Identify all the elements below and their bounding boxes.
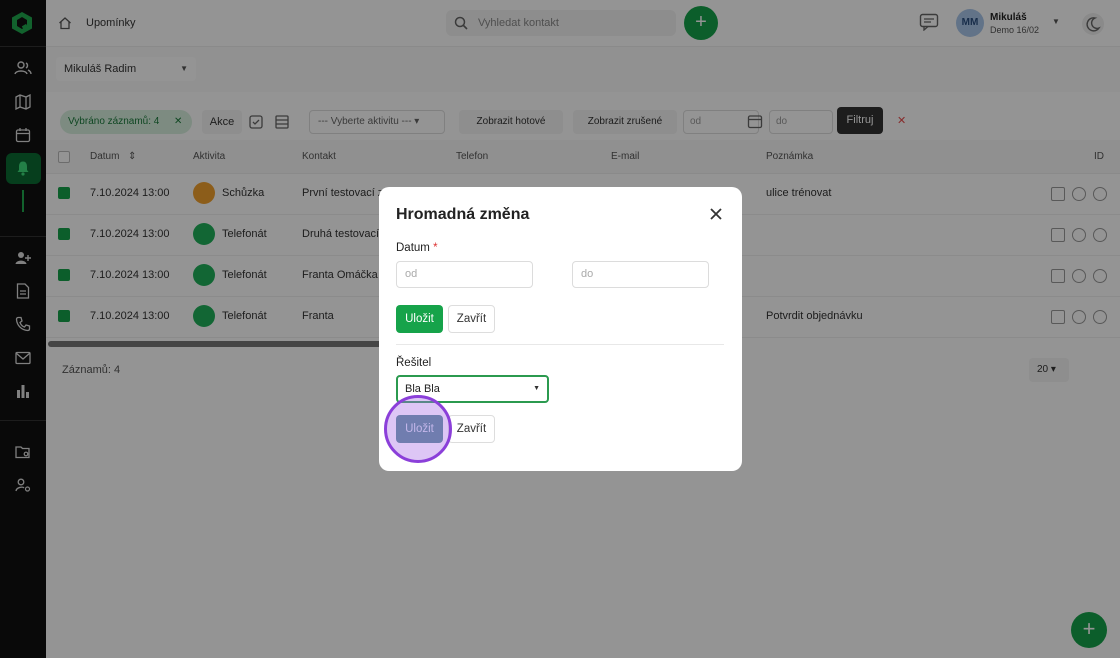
click-indicator	[384, 395, 452, 463]
divider	[396, 344, 724, 345]
caret-down-icon: ▼	[533, 385, 540, 392]
date-label: Datum *	[396, 242, 438, 254]
date-from-field[interactable]: od	[396, 261, 533, 288]
save-date-button[interactable]: Uložit	[396, 305, 443, 333]
solver-select-value: Bla Bla	[405, 383, 440, 395]
required-mark: *	[433, 242, 438, 254]
date-label-text: Datum	[396, 242, 430, 254]
close-date-button[interactable]: Zavřít	[448, 305, 495, 333]
close-icon[interactable]	[709, 207, 723, 221]
close-solver-button[interactable]: Zavřít	[448, 415, 495, 443]
solver-label: Řešitel	[396, 357, 432, 369]
date-to-field[interactable]: do	[572, 261, 709, 288]
dialog-title: Hromadná změna	[396, 206, 530, 223]
